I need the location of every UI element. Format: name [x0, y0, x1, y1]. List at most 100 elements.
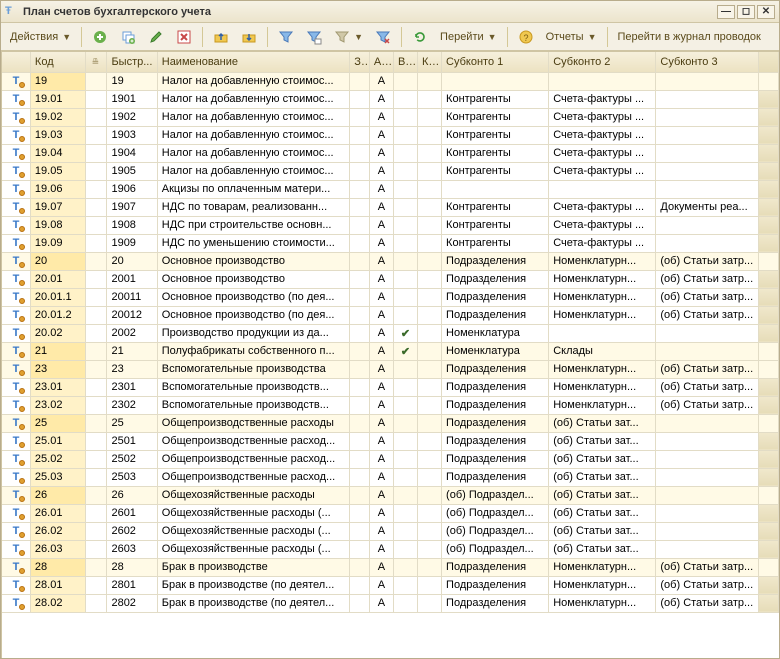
z-cell — [350, 162, 370, 180]
a-cell: А — [369, 540, 393, 558]
fast-cell: 2501 — [107, 432, 157, 450]
col-a[interactable]: А... — [369, 52, 393, 72]
table-row[interactable]: T19.091909НДС по уменьшению стоимости...… — [2, 234, 779, 252]
table-row[interactable]: T25.022502Общепроизводственные расход...… — [2, 450, 779, 468]
table-row[interactable]: T20.01.220012Основное производство (по д… — [2, 306, 779, 324]
code-cell: 19.08 — [30, 216, 85, 234]
table-row[interactable]: T28.012801Брак в производстве (по деятел… — [2, 576, 779, 594]
table-row[interactable]: T2020Основное производствоАПодразделения… — [2, 252, 779, 270]
clear-filter-button[interactable] — [370, 26, 396, 48]
row-icon-cell: T — [2, 396, 30, 414]
col-subkonto1[interactable]: Субконто 1 — [442, 52, 549, 72]
table-row[interactable]: T19.071907НДС по товарам, реализованн...… — [2, 198, 779, 216]
table-row[interactable]: T2525Общепроизводственные расходыАПодраз… — [2, 414, 779, 432]
accounts-grid[interactable]: Код ≞ Быстр... Наименование З... А... В.… — [1, 51, 779, 658]
row-icon-cell: T — [2, 594, 30, 612]
account-icon: T — [8, 381, 24, 393]
table-row[interactable]: T20.022002Производство продукции из да..… — [2, 324, 779, 342]
a-cell: А — [369, 144, 393, 162]
col-code[interactable]: Код — [30, 52, 85, 72]
col-subkonto3[interactable]: Субконто 3 — [656, 52, 759, 72]
table-row[interactable]: T19.081908НДС при строительстве основн..… — [2, 216, 779, 234]
code-cell: 28.01 — [30, 576, 85, 594]
table-row[interactable]: T20.012001Основное производствоАПодразде… — [2, 270, 779, 288]
s1-cell: Номенклатура — [442, 342, 549, 360]
s1-cell: Подразделения — [442, 252, 549, 270]
v-cell — [393, 198, 417, 216]
add-button[interactable] — [87, 26, 113, 48]
refresh-button[interactable] — [407, 26, 433, 48]
table-row[interactable]: T2121Полуфабрикаты собственного п...А✔Но… — [2, 342, 779, 360]
reports-menu[interactable]: Отчеты▼ — [541, 26, 602, 48]
table-row[interactable]: T23.022302Вспомогательные производств...… — [2, 396, 779, 414]
scroll-gutter — [759, 540, 779, 558]
table-row[interactable]: T2323Вспомогательные производстваАПодраз… — [2, 360, 779, 378]
actions-menu[interactable]: Действия▼ — [5, 26, 76, 48]
row-icon-cell: T — [2, 414, 30, 432]
row-icon-cell: T — [2, 558, 30, 576]
s2-cell: Счета-фактуры ... — [549, 216, 656, 234]
s2-cell: (об) Статьи зат... — [549, 486, 656, 504]
table-row[interactable]: T28.022802Брак в производстве (по деятел… — [2, 594, 779, 612]
filter-settings-button[interactable]: ▼ — [329, 26, 368, 48]
filter-by-value-button[interactable] — [273, 26, 299, 48]
table-row[interactable]: T19.011901Налог на добавленную стоимос..… — [2, 90, 779, 108]
col-z[interactable]: З... — [350, 52, 370, 72]
col-sort-indicator[interactable]: ≞ — [85, 52, 107, 72]
journal-button[interactable]: Перейти в журнал проводок — [613, 26, 766, 48]
k-cell — [418, 162, 442, 180]
a-cell: А — [369, 486, 393, 504]
row-icon-cell: T — [2, 342, 30, 360]
table-row[interactable]: T19.041904Налог на добавленную стоимос..… — [2, 144, 779, 162]
row-icon-cell: T — [2, 144, 30, 162]
table-row[interactable]: T19.031903Налог на добавленную стоимос..… — [2, 126, 779, 144]
table-row[interactable]: T2828Брак в производствеАПодразделенияНо… — [2, 558, 779, 576]
table-row[interactable]: T25.032503Общепроизводственные расход...… — [2, 468, 779, 486]
table-row[interactable]: T26.032603Общехозяйственные расходы (...… — [2, 540, 779, 558]
s1-cell: (об) Подраздел... — [442, 540, 549, 558]
scroll-gutter — [759, 396, 779, 414]
table-row[interactable]: T25.012501Общепроизводственные расход...… — [2, 432, 779, 450]
account-icon: T — [8, 345, 24, 357]
table-row[interactable]: T2626Общехозяйственные расходыА(об) Подр… — [2, 486, 779, 504]
table-row[interactable]: T19.021902Налог на добавленную стоимос..… — [2, 108, 779, 126]
col-icon[interactable] — [2, 52, 30, 72]
table-row[interactable]: T19.051905Налог на добавленную стоимос..… — [2, 162, 779, 180]
filter-history-button[interactable] — [301, 26, 327, 48]
scroll-gutter — [759, 504, 779, 522]
minimize-button[interactable]: — — [717, 5, 735, 19]
s1-cell: Контрагенты — [442, 108, 549, 126]
a-cell: А — [369, 576, 393, 594]
level-up-button[interactable] — [208, 26, 234, 48]
table-row[interactable]: T19.061906Акцизы по оплаченным матери...… — [2, 180, 779, 198]
account-icon: T — [8, 417, 24, 429]
help-button[interactable]: ? — [513, 26, 539, 48]
goto-menu[interactable]: Перейти▼ — [435, 26, 502, 48]
table-row[interactable]: T1919Налог на добавленную стоимос...А — [2, 72, 779, 90]
s1-cell: (об) Подраздел... — [442, 504, 549, 522]
edit-button[interactable] — [143, 26, 169, 48]
titlebar[interactable]: Ŧ План счетов бухгалтерского учета — ◻ ✕ — [1, 1, 779, 23]
close-button[interactable]: ✕ — [757, 5, 775, 19]
k-cell — [418, 396, 442, 414]
s3-cell — [656, 126, 759, 144]
col-subkonto2[interactable]: Субконто 2 — [549, 52, 656, 72]
table-row[interactable]: T26.012601Общехозяйственные расходы (...… — [2, 504, 779, 522]
maximize-button[interactable]: ◻ — [737, 5, 755, 19]
a-cell: А — [369, 126, 393, 144]
k-cell — [418, 108, 442, 126]
copy-button[interactable] — [115, 26, 141, 48]
sort-spacer — [85, 522, 107, 540]
level-down-button[interactable] — [236, 26, 262, 48]
table-row[interactable]: T20.01.120011Основное производство (по д… — [2, 288, 779, 306]
col-fast[interactable]: Быстр... — [107, 52, 157, 72]
col-name[interactable]: Наименование — [157, 52, 349, 72]
col-v[interactable]: В... — [393, 52, 417, 72]
z-cell — [350, 90, 370, 108]
table-row[interactable]: T23.012301Вспомогательные производств...… — [2, 378, 779, 396]
table-row[interactable]: T26.022602Общехозяйственные расходы (...… — [2, 522, 779, 540]
row-icon-cell: T — [2, 72, 30, 90]
col-k[interactable]: К... — [418, 52, 442, 72]
delete-button[interactable] — [171, 26, 197, 48]
s1-cell: Подразделения — [442, 558, 549, 576]
